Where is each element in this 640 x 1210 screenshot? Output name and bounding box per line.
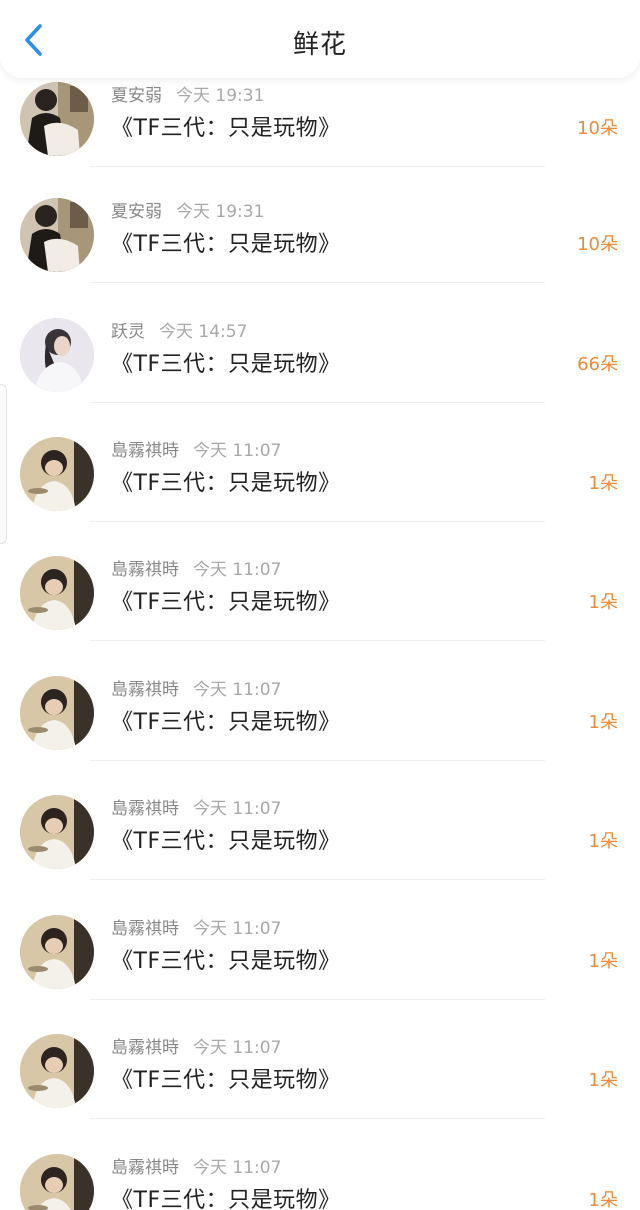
work-title[interactable]: 《TF三代：只是玩物》 bbox=[111, 943, 341, 975]
flower-count: 66朵 bbox=[577, 354, 618, 375]
avatar[interactable] bbox=[20, 198, 94, 272]
divider bbox=[90, 402, 545, 403]
item-meta: 跃灵 今天 14:57 bbox=[111, 317, 247, 342]
sender-name[interactable]: 跃灵 bbox=[111, 322, 145, 342]
avatar[interactable] bbox=[20, 437, 94, 511]
work-title[interactable]: 《TF三代：只是玩物》 bbox=[111, 1182, 341, 1210]
item-meta: 夏安弱 今天 19:31 bbox=[111, 197, 264, 222]
sender-name[interactable]: 島霧祺時 bbox=[111, 441, 179, 461]
flower-count: 1朵 bbox=[588, 1190, 618, 1210]
sender-name[interactable]: 島霧祺時 bbox=[111, 1158, 179, 1178]
timestamp: 今天 14:57 bbox=[159, 322, 248, 342]
list-item[interactable]: 島霧祺時 今天 11:07 《TF三代：只是玩物》 1朵 bbox=[0, 548, 640, 668]
timestamp: 今天 11:07 bbox=[193, 441, 282, 461]
work-title[interactable]: 《TF三代：只是玩物》 bbox=[111, 823, 341, 855]
item-meta: 島霧祺時 今天 11:07 bbox=[111, 1153, 281, 1178]
work-title[interactable]: 《TF三代：只是玩物》 bbox=[111, 226, 341, 258]
timestamp: 今天 11:07 bbox=[193, 919, 282, 939]
timestamp: 今天 19:31 bbox=[176, 86, 265, 106]
avatar[interactable] bbox=[20, 318, 94, 392]
avatar[interactable] bbox=[20, 556, 94, 630]
work-title[interactable]: 《TF三代：只是玩物》 bbox=[111, 1062, 341, 1094]
flower-count: 10朵 bbox=[577, 234, 618, 255]
divider bbox=[90, 760, 545, 761]
divider bbox=[90, 166, 545, 167]
item-meta: 島霧祺時 今天 11:07 bbox=[111, 436, 281, 461]
item-meta: 島霧祺時 今天 11:07 bbox=[111, 555, 281, 580]
flower-count: 1朵 bbox=[588, 951, 618, 972]
timestamp: 今天 11:07 bbox=[193, 680, 282, 700]
flowers-page: 夏安弱 今天 19:31 《TF三代：只是玩物》 10朵 夏安弱 今天 19:31 bbox=[0, 0, 640, 1210]
list-item[interactable]: 夏安弱 今天 19:31 《TF三代：只是玩物》 10朵 bbox=[0, 74, 640, 194]
list-item[interactable]: 島霧祺時 今天 11:07 《TF三代：只是玩物》 1朵 bbox=[0, 907, 640, 1027]
work-title[interactable]: 《TF三代：只是玩物》 bbox=[111, 465, 341, 497]
timestamp: 今天 11:07 bbox=[193, 1158, 282, 1178]
sender-name[interactable]: 夏安弱 bbox=[111, 202, 162, 222]
flower-count: 1朵 bbox=[588, 1070, 618, 1091]
avatar[interactable] bbox=[20, 795, 94, 869]
divider bbox=[90, 1118, 545, 1119]
timestamp: 今天 19:31 bbox=[176, 202, 265, 222]
top-nav-bar: 鲜花 bbox=[0, 0, 640, 78]
divider bbox=[90, 640, 545, 641]
item-meta: 夏安弱 今天 19:31 bbox=[111, 81, 264, 106]
sender-name[interactable]: 島霧祺時 bbox=[111, 680, 179, 700]
item-meta: 島霧祺時 今天 11:07 bbox=[111, 1033, 281, 1058]
sender-name[interactable]: 島霧祺時 bbox=[111, 1038, 179, 1058]
flower-count: 10朵 bbox=[577, 118, 618, 139]
work-title[interactable]: 《TF三代：只是玩物》 bbox=[111, 704, 341, 736]
list-item[interactable]: 夏安弱 今天 19:31 《TF三代：只是玩物》 10朵 bbox=[0, 190, 640, 310]
item-meta: 島霧祺時 今天 11:07 bbox=[111, 914, 281, 939]
avatar[interactable] bbox=[20, 82, 94, 156]
edge-swipe-handle[interactable] bbox=[0, 384, 7, 544]
timestamp: 今天 11:07 bbox=[193, 1038, 282, 1058]
item-meta: 島霧祺時 今天 11:07 bbox=[111, 675, 281, 700]
avatar[interactable] bbox=[20, 1034, 94, 1108]
timestamp: 今天 11:07 bbox=[193, 799, 282, 819]
avatar[interactable] bbox=[20, 915, 94, 989]
sender-name[interactable]: 夏安弱 bbox=[111, 86, 162, 106]
list-item[interactable]: 跃灵 今天 14:57 《TF三代：只是玩物》 66朵 bbox=[0, 310, 640, 430]
list-item[interactable]: 島霧祺時 今天 11:07 《TF三代：只是玩物》 1朵 bbox=[0, 668, 640, 788]
list-item[interactable]: 島霧祺時 今天 11:07 《TF三代：只是玩物》 1朵 bbox=[0, 1146, 640, 1210]
work-title[interactable]: 《TF三代：只是玩物》 bbox=[111, 346, 341, 378]
timestamp: 今天 11:07 bbox=[193, 560, 282, 580]
page-title: 鲜花 bbox=[292, 30, 347, 60]
flower-count: 1朵 bbox=[588, 592, 618, 613]
sender-name[interactable]: 島霧祺時 bbox=[111, 799, 179, 819]
work-title[interactable]: 《TF三代：只是玩物》 bbox=[111, 584, 341, 616]
flower-count: 1朵 bbox=[588, 473, 618, 494]
list-item[interactable]: 島霧祺時 今天 11:07 《TF三代：只是玩物》 1朵 bbox=[0, 1026, 640, 1146]
avatar[interactable] bbox=[20, 676, 94, 750]
divider bbox=[90, 282, 545, 283]
sender-name[interactable]: 島霧祺時 bbox=[111, 560, 179, 580]
sender-name[interactable]: 島霧祺時 bbox=[111, 919, 179, 939]
divider bbox=[90, 521, 545, 522]
flower-count: 1朵 bbox=[588, 712, 618, 733]
avatar[interactable] bbox=[20, 1154, 94, 1210]
item-meta: 島霧祺時 今天 11:07 bbox=[111, 794, 281, 819]
divider bbox=[90, 999, 545, 1000]
flower-count: 1朵 bbox=[588, 831, 618, 852]
work-title[interactable]: 《TF三代：只是玩物》 bbox=[111, 110, 341, 142]
list-item[interactable]: 島霧祺時 今天 11:07 《TF三代：只是玩物》 1朵 bbox=[0, 787, 640, 907]
list-item[interactable]: 島霧祺時 今天 11:07 《TF三代：只是玩物》 1朵 bbox=[0, 429, 640, 549]
divider bbox=[90, 879, 545, 880]
